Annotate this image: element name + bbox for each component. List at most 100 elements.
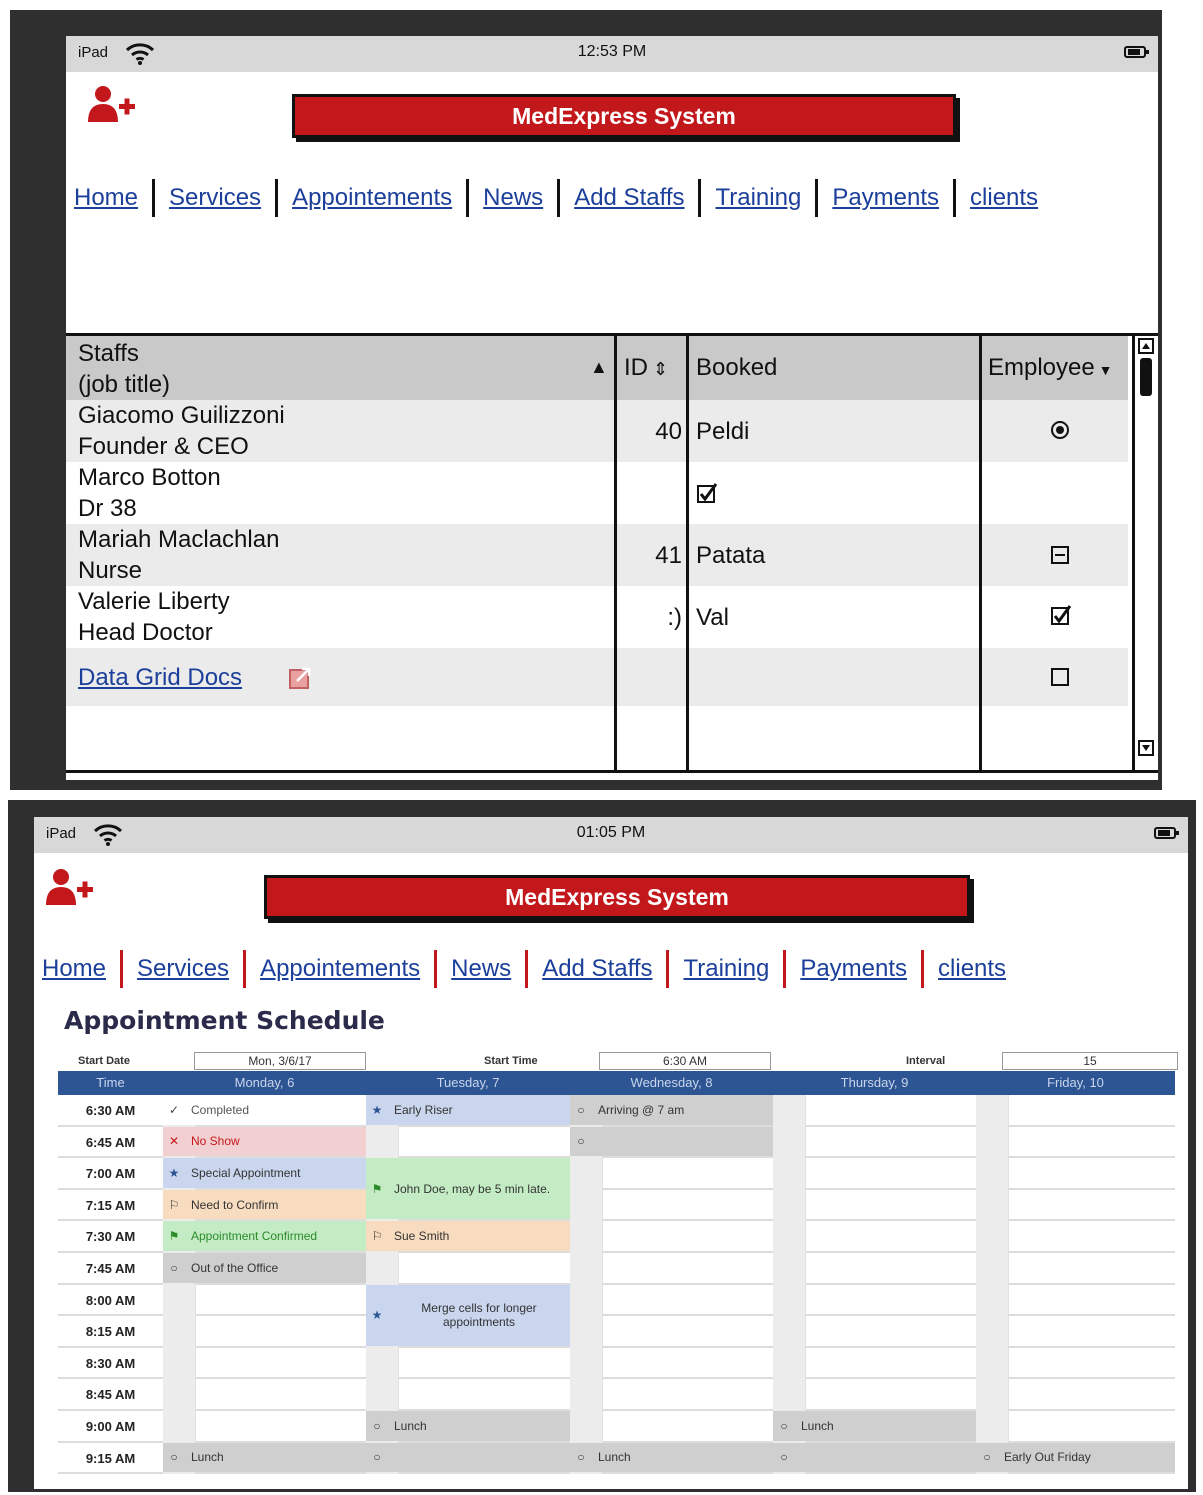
schedule-slot[interactable] bbox=[195, 1379, 366, 1411]
schedule-slot[interactable] bbox=[1008, 1411, 1175, 1443]
schedule-slot[interactable] bbox=[1008, 1284, 1175, 1317]
column-header-staffs[interactable]: Staffs (job title) bbox=[78, 338, 170, 400]
schedule-slot[interactable] bbox=[805, 1253, 976, 1285]
vertical-scrollbar[interactable] bbox=[1132, 336, 1158, 770]
appointment-block[interactable]: ✕ No Show bbox=[163, 1126, 366, 1157]
radio-selected-icon[interactable] bbox=[1050, 420, 1070, 440]
appointment-label: Need to Confirm bbox=[191, 1197, 279, 1212]
nav-training[interactable]: Training bbox=[715, 184, 801, 212]
sort-ascending-icon[interactable]: ▲ bbox=[590, 352, 608, 383]
schedule-slot[interactable] bbox=[1008, 1253, 1175, 1285]
schedule-slot[interactable] bbox=[398, 1126, 570, 1159]
appointment-block[interactable]: ★ Special Appointment bbox=[163, 1158, 366, 1188]
schedule-slot[interactable] bbox=[1008, 1095, 1175, 1127]
nav-appointements[interactable]: Appointements bbox=[260, 955, 420, 983]
scroll-down-icon[interactable] bbox=[1138, 740, 1154, 756]
nav-services[interactable]: Services bbox=[137, 955, 229, 983]
column-header-booked[interactable]: Booked bbox=[696, 352, 777, 383]
schedule-slot[interactable] bbox=[602, 1379, 773, 1411]
schedule-slot[interactable] bbox=[195, 1284, 366, 1317]
scroll-thumb[interactable] bbox=[1140, 358, 1152, 396]
appointment-block[interactable]: ○ Lunch bbox=[163, 1442, 366, 1473]
appointment-block[interactable]: ○ Lunch bbox=[773, 1411, 976, 1441]
appointment-block[interactable]: ⚐ Need to Confirm bbox=[163, 1189, 366, 1220]
schedule-slot[interactable] bbox=[805, 1316, 976, 1348]
nav-clients[interactable]: clients bbox=[938, 955, 1006, 983]
appointment-status-icon: ○ bbox=[373, 1418, 381, 1433]
schedule-slot[interactable] bbox=[195, 1316, 366, 1348]
schedule-slot[interactable] bbox=[805, 1126, 976, 1159]
start-date-field[interactable]: Mon, 3/6/17 bbox=[194, 1052, 366, 1070]
schedule-slot[interactable] bbox=[602, 1221, 773, 1253]
schedule-slot[interactable] bbox=[398, 1379, 570, 1411]
appointment-block[interactable]: ★ Early Riser bbox=[366, 1095, 570, 1125]
nav-add-staffs[interactable]: Add Staffs bbox=[574, 184, 684, 212]
nav-home[interactable]: Home bbox=[74, 184, 138, 212]
schedule-slot[interactable] bbox=[602, 1347, 773, 1380]
schedule-slot[interactable] bbox=[1008, 1189, 1175, 1222]
checkbox-indeterminate-icon[interactable] bbox=[1050, 545, 1070, 565]
schedule-slot[interactable] bbox=[195, 1347, 366, 1380]
nav-home[interactable]: Home bbox=[42, 955, 106, 983]
column-header-id[interactable]: ID ⇕ bbox=[624, 352, 668, 385]
schedule-slot[interactable] bbox=[398, 1347, 570, 1380]
interval-field[interactable]: 15 bbox=[1002, 1052, 1178, 1070]
schedule-slot[interactable] bbox=[1008, 1158, 1175, 1190]
nav-payments[interactable]: Payments bbox=[832, 184, 939, 212]
nav-services[interactable]: Services bbox=[169, 184, 261, 212]
nav-add-staffs[interactable]: Add Staffs bbox=[542, 955, 652, 983]
schedule-slot[interactable] bbox=[1008, 1347, 1175, 1380]
checkbox-checked-icon[interactable] bbox=[696, 482, 718, 504]
appointment-block[interactable]: ⚑ Appointment Confirmed bbox=[163, 1221, 366, 1251]
schedule-slot[interactable] bbox=[805, 1158, 976, 1190]
appointment-block[interactable]: ⚐ Sue Smith bbox=[366, 1221, 570, 1251]
schedule-slot[interactable] bbox=[398, 1253, 570, 1285]
schedule-slot[interactable] bbox=[195, 1411, 366, 1443]
nav-training[interactable]: Training bbox=[683, 955, 769, 983]
schedule-slot[interactable] bbox=[1008, 1221, 1175, 1253]
checkbox-checked-icon[interactable] bbox=[1050, 604, 1072, 626]
start-time-field[interactable]: 6:30 AM bbox=[599, 1052, 771, 1070]
schedule-slot[interactable] bbox=[602, 1316, 773, 1348]
schedule-slot[interactable] bbox=[602, 1253, 773, 1285]
table-row[interactable] bbox=[66, 462, 1128, 524]
appointment-block[interactable]: ○ Lunch bbox=[570, 1442, 773, 1473]
nav-appointements[interactable]: Appointements bbox=[292, 184, 452, 212]
column-header-employee[interactable]: Employee ▼ bbox=[988, 352, 1112, 386]
external-link-icon[interactable] bbox=[288, 666, 312, 690]
nav-separator bbox=[815, 179, 819, 217]
schedule-slot[interactable] bbox=[602, 1189, 773, 1222]
add-user-icon[interactable] bbox=[86, 84, 136, 124]
appointment-block[interactable]: ○ Out of the Office bbox=[163, 1253, 366, 1283]
appointment-block[interactable]: ○ bbox=[366, 1442, 570, 1473]
checkbox-unchecked-icon[interactable] bbox=[1050, 667, 1070, 687]
appointment-block[interactable]: ○ Early Out Friday bbox=[976, 1442, 1175, 1473]
appointment-block[interactable]: ○ Lunch bbox=[366, 1411, 570, 1441]
time-label: 6:30 AM bbox=[58, 1095, 163, 1127]
schedule-slot[interactable] bbox=[805, 1284, 976, 1317]
schedule-slot[interactable] bbox=[602, 1284, 773, 1317]
nav-news[interactable]: News bbox=[483, 184, 543, 212]
schedule-slot[interactable] bbox=[1008, 1126, 1175, 1159]
nav-news[interactable]: News bbox=[451, 955, 511, 983]
appointment-block[interactable]: ★ Merge cells for longer appointments bbox=[366, 1284, 570, 1346]
add-user-icon[interactable] bbox=[44, 867, 94, 907]
appointment-block[interactable]: ✓ Completed bbox=[163, 1095, 366, 1125]
schedule-slot[interactable] bbox=[805, 1221, 976, 1253]
schedule-slot[interactable] bbox=[602, 1158, 773, 1190]
data-grid-docs-link[interactable]: Data Grid Docs bbox=[78, 662, 242, 693]
appointment-block[interactable]: ⚑ John Doe, may be 5 min late. bbox=[366, 1158, 570, 1220]
nav-clients[interactable]: clients bbox=[970, 184, 1038, 212]
schedule-slot[interactable] bbox=[1008, 1316, 1175, 1348]
appointment-block[interactable]: ○ bbox=[570, 1126, 773, 1157]
schedule-slot[interactable] bbox=[805, 1095, 976, 1127]
schedule-slot[interactable] bbox=[602, 1411, 773, 1443]
schedule-slot[interactable] bbox=[805, 1379, 976, 1411]
nav-payments[interactable]: Payments bbox=[800, 955, 907, 983]
schedule-slot[interactable] bbox=[805, 1347, 976, 1380]
appointment-block[interactable]: ○ Arriving @ 7 am bbox=[570, 1095, 773, 1125]
schedule-slot[interactable] bbox=[805, 1189, 976, 1222]
schedule-slot[interactable] bbox=[1008, 1379, 1175, 1411]
appointment-block[interactable]: ○ bbox=[773, 1442, 976, 1473]
scroll-up-icon[interactable] bbox=[1138, 338, 1154, 354]
